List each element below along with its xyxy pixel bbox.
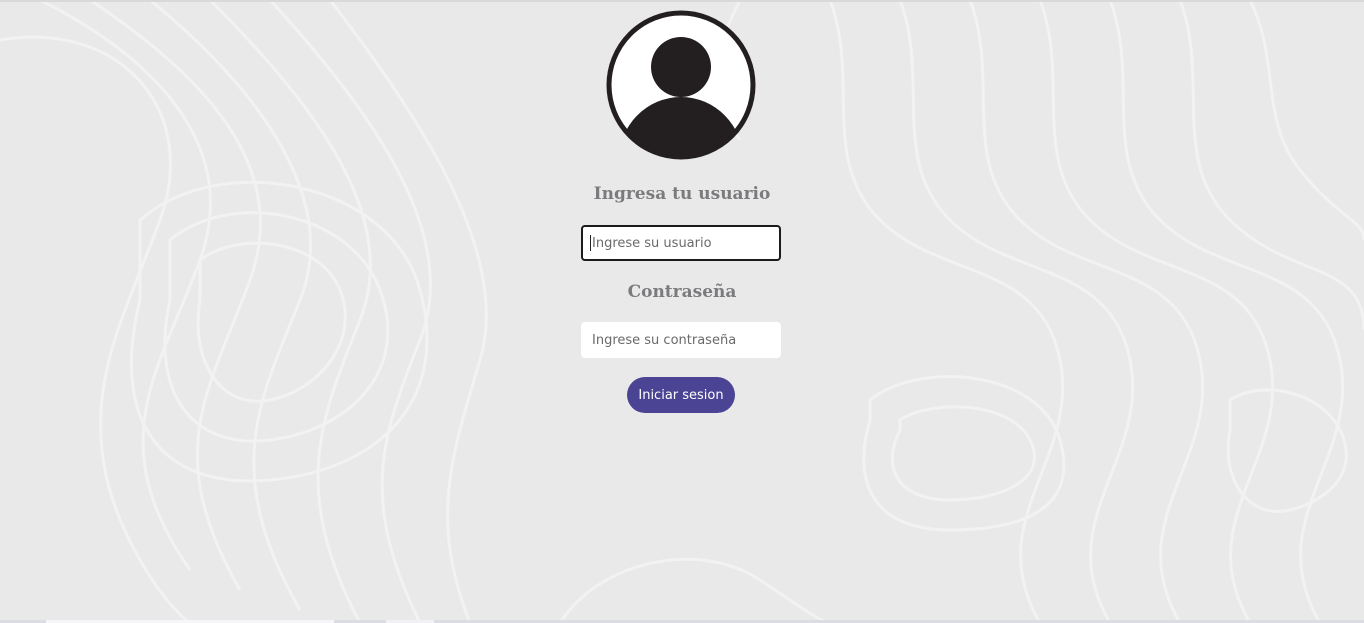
password-input[interactable] [581,322,781,358]
user-avatar-icon [606,10,756,160]
login-form: Ingresa tu usuario Contraseña Iniciar se… [0,0,1364,623]
password-label: Contraseña [627,282,737,302]
text-cursor [590,235,591,251]
username-label: Ingresa tu usuario [593,184,771,204]
username-input[interactable] [581,225,781,261]
login-button[interactable]: Iniciar sesion [627,377,735,413]
